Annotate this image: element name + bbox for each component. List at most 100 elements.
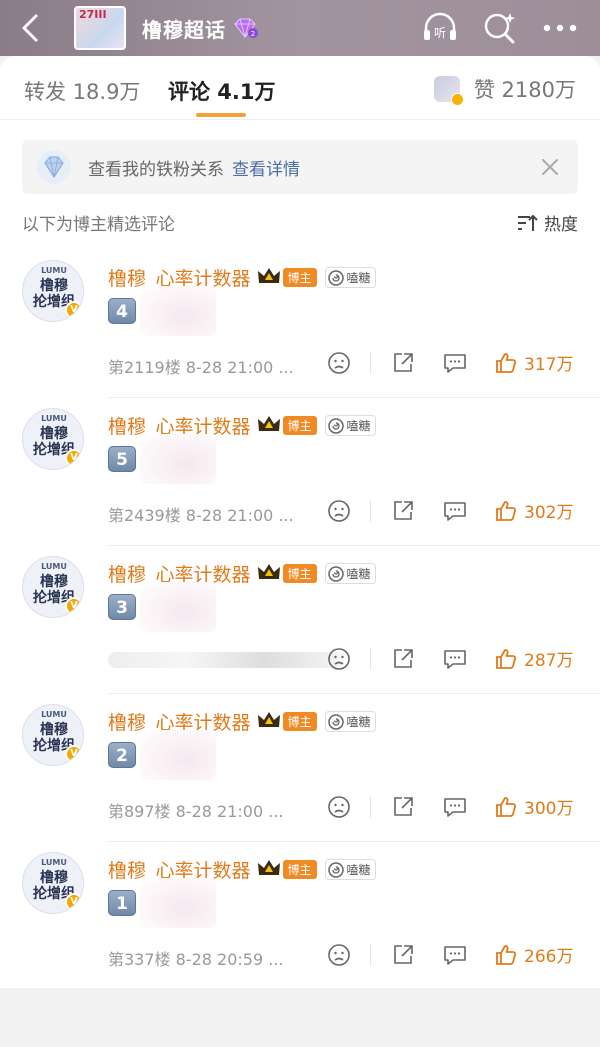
sort-button[interactable]: 热度 — [516, 210, 578, 235]
candy-badge: 嗑糖 — [324, 415, 376, 436]
dislike-face-icon[interactable] — [326, 498, 352, 524]
close-icon[interactable] — [540, 157, 560, 177]
separator — [370, 500, 371, 522]
avatar-brand: LUMU — [41, 710, 67, 719]
sticker-image — [140, 286, 216, 336]
candy-label: 嗑糖 — [346, 567, 371, 581]
tab-bar: 转发 18.9万 评论 4.1万 赞 2180万 — [0, 56, 600, 120]
number-emoji: 5 — [108, 446, 136, 472]
verified-badge-icon: V — [65, 745, 83, 763]
comment-icon[interactable] — [442, 646, 468, 672]
floor-meta: 第2439楼 8-28 21:00 ... — [108, 506, 294, 525]
share-icon[interactable] — [390, 646, 416, 672]
avatar-line1: 橹穆 — [40, 722, 68, 738]
like-button[interactable]: 317万 — [494, 350, 573, 375]
svg-text:2: 2 — [251, 30, 255, 38]
avatar[interactable]: LUMU 橹穆 抡增组 V — [22, 556, 84, 618]
floor-meta: 第337楼 8-28 20:59 ... — [108, 950, 284, 969]
like-button[interactable]: 287万 — [494, 646, 573, 671]
author-badge: 博主 — [282, 712, 317, 731]
more-icon[interactable] — [540, 8, 580, 48]
sticker-image — [140, 730, 216, 780]
like-button[interactable]: 300万 — [494, 794, 573, 819]
banner-link[interactable]: 查看详情 — [232, 155, 300, 180]
like-count: 317万 — [524, 355, 574, 375]
separator — [370, 648, 371, 670]
number-emoji: 2 — [108, 742, 136, 768]
author-badge: 博主 — [282, 416, 317, 435]
share-icon[interactable] — [390, 942, 416, 968]
swirl-icon — [327, 417, 344, 434]
sort-label: 热度 — [544, 215, 578, 235]
verified-badge-icon: V — [65, 301, 83, 319]
listen-icon[interactable]: 听 — [420, 8, 460, 48]
dislike-face-icon[interactable] — [326, 646, 352, 672]
tab-likes[interactable]: 赞 2180万 — [433, 74, 576, 106]
likes-count: 赞 2180万 — [473, 78, 576, 102]
avatar[interactable]: LUMU 橹穆 抡增组 V — [22, 408, 84, 470]
diamond-badge-icon — [36, 149, 72, 185]
thumbs-up-icon — [496, 944, 517, 965]
swirl-icon — [327, 565, 344, 582]
tab-repost[interactable]: 转发 18.9万 — [24, 76, 140, 106]
crown-icon — [257, 266, 281, 290]
avatar[interactable]: LUMU 橹穆 抡增组 V — [22, 704, 84, 766]
topic-thumbnail[interactable]: 27III — [74, 6, 126, 50]
share-icon[interactable] — [390, 350, 416, 376]
sticker-image — [140, 434, 216, 484]
floor-meta: 第2119楼 8-28 21:00 ... — [108, 358, 294, 377]
list-item[interactable]: LUMU 橹穆 抡增组 V 橹穆_心率计数器 博主 嗑糖 2 第897楼 8-28… — [0, 694, 600, 842]
swirl-icon — [327, 861, 344, 878]
thumbs-up-icon — [496, 352, 517, 373]
comment-icon[interactable] — [442, 942, 468, 968]
dislike-face-icon[interactable] — [326, 942, 352, 968]
like-count: 300万 — [524, 799, 574, 819]
crown-icon — [257, 858, 281, 882]
like-button[interactable]: 266万 — [494, 942, 573, 967]
active-tab-indicator — [196, 113, 246, 117]
list-item[interactable]: LUMU 橹穆 抡增组 V 橹穆_心率计数器 博主 嗑糖 1 第337楼 8-28… — [0, 842, 600, 990]
sticker-image — [140, 582, 216, 632]
comment-icon[interactable] — [442, 794, 468, 820]
back-arrow-icon[interactable] — [12, 10, 48, 46]
avatar[interactable]: LUMU 橹穆 抡增组 V — [22, 260, 84, 322]
swirl-icon — [327, 269, 344, 286]
dislike-face-icon[interactable] — [326, 794, 352, 820]
separator — [370, 796, 371, 818]
search-sparkle-icon[interactable] — [480, 8, 520, 48]
dislike-face-icon[interactable] — [326, 350, 352, 376]
comment-panel: 转发 18.9万 评论 4.1万 赞 2180万 查看我的铁粉关系 查看详情 以… — [0, 56, 600, 988]
thumbs-up-icon — [496, 796, 517, 817]
banner-text: 查看我的铁粉关系 — [88, 159, 224, 180]
crown-icon — [257, 562, 281, 586]
list-item[interactable]: LUMU 橹穆 抡增组 V 橹穆_心率计数器 博主 嗑糖 4 第2119楼 8-2… — [0, 250, 600, 398]
verified-badge-icon: V — [65, 893, 83, 911]
avatar-line1: 橹穆 — [40, 278, 68, 294]
comment-icon[interactable] — [442, 350, 468, 376]
floor-meta: 第 — [108, 652, 344, 668]
like-count: 266万 — [524, 947, 574, 967]
avatar-brand: LUMU — [41, 858, 67, 867]
number-emoji: 4 — [108, 298, 136, 324]
liker-avatar — [433, 76, 464, 106]
page-title: 橹穆超话 — [142, 17, 226, 42]
selected-comments-hint: 以下为博主精选评论 — [22, 215, 175, 235]
list-item[interactable]: LUMU 橹穆抡增组 V 橹穆_心率计数器 博主 嗑糖 3 第 — [0, 546, 600, 694]
candy-label: 嗑糖 — [346, 715, 371, 729]
comment-icon[interactable] — [442, 498, 468, 524]
thumbs-up-icon — [496, 500, 517, 521]
share-icon[interactable] — [390, 794, 416, 820]
author-badge: 博主 — [282, 564, 317, 583]
list-item[interactable]: LUMU 橹穆 抡增组 V 橹穆_心率计数器 博主 嗑糖 5 第2439楼 8-2… — [0, 398, 600, 546]
avatar-line1: 橹穆 — [40, 426, 68, 442]
share-icon[interactable] — [390, 498, 416, 524]
candy-label: 嗑糖 — [346, 419, 371, 433]
avatar-brand: LUMU — [41, 562, 67, 571]
fan-relation-banner[interactable]: 查看我的铁粉关系 查看详情 — [22, 140, 578, 194]
verified-badge-icon: V — [65, 449, 83, 467]
avatar-brand: LUMU — [41, 266, 67, 275]
like-button[interactable]: 302万 — [494, 498, 573, 523]
avatar[interactable]: LUMU 橹穆 抡增组 V — [22, 852, 84, 914]
avatar-brand: LUMU — [41, 414, 67, 423]
avatar-line1: 橹穆 — [40, 574, 68, 590]
